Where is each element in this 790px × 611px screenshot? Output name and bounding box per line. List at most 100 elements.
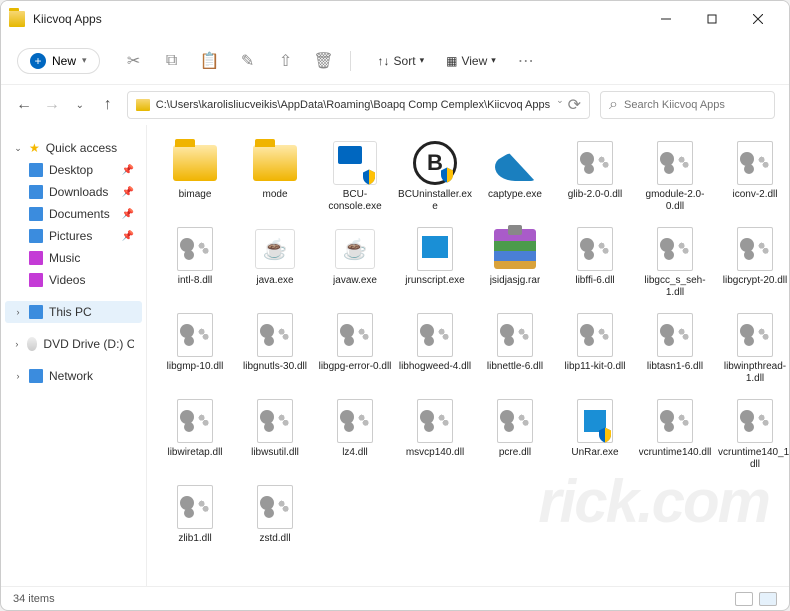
address-bar: ← → ⌄ ↑ C:\Users\karolisliucveikis\AppDa… [1, 85, 789, 125]
file-pane[interactable]: bimage mode BCU-console.exeBBCUninstaller.… [147, 125, 789, 586]
file-item[interactable]: BCU-console.exe [315, 135, 395, 217]
file-label: zstd.dll [259, 533, 290, 545]
chevron-down-icon: ▾ [82, 55, 87, 66]
pictures-icon [29, 229, 43, 243]
file-item[interactable]: libgcc_s_seh-1.dll [635, 221, 715, 303]
file-item[interactable]: zlib1.dll [155, 479, 235, 549]
file-item[interactable]: libhogweed-4.dll [395, 307, 475, 389]
sidebar-item-desktop[interactable]: Desktop 📌 [5, 159, 142, 181]
file-label: libgcrypt-20.dll [723, 275, 787, 287]
paste-button[interactable]: 📋 [194, 45, 226, 77]
pc-icon [29, 305, 43, 319]
file-item[interactable]: libtasn1-6.dll [635, 307, 715, 389]
cut-button[interactable]: ✂ [118, 45, 150, 77]
view-details-button[interactable] [735, 592, 753, 606]
status-count: 34 items [13, 593, 55, 605]
file-item[interactable]: BBCUninstaller.exe [395, 135, 475, 217]
file-item[interactable]: libwiretap.dll [155, 393, 235, 475]
file-item[interactable]: libnettle-6.dll [475, 307, 555, 389]
file-item[interactable]: msvcp140.dll [395, 393, 475, 475]
sidebar-label: Downloads [49, 185, 108, 199]
forward-button[interactable]: → [43, 95, 61, 115]
file-icon [651, 311, 699, 359]
up-button[interactable]: ↑ [99, 95, 117, 115]
file-item[interactable]: libgmp-10.dll [155, 307, 235, 389]
file-item[interactable]: vcruntime140_1.dll [715, 393, 789, 475]
file-icon [251, 139, 299, 187]
file-item[interactable]: zstd.dll [235, 479, 315, 549]
file-item[interactable]: UnRar.exe [555, 393, 635, 475]
sidebar-item-videos[interactable]: Videos [5, 269, 142, 291]
file-item[interactable]: bimage [155, 135, 235, 217]
sidebar-item-music[interactable]: Music [5, 247, 142, 269]
file-item[interactable]: lz4.dll [315, 393, 395, 475]
back-button[interactable]: ← [15, 95, 33, 115]
more-button[interactable]: ⋯ [510, 45, 542, 77]
file-icon [651, 139, 699, 187]
copy-button[interactable]: ⧉ [156, 45, 188, 77]
file-item[interactable]: vcruntime140.dll [635, 393, 715, 475]
sidebar-item-dvd[interactable]: › DVD Drive (D:) CCCC [5, 333, 142, 355]
file-label: mode [262, 189, 287, 201]
file-item[interactable]: mode [235, 135, 315, 217]
desktop-icon [29, 163, 43, 177]
file-label: libgpg-error-0.dll [319, 361, 392, 373]
view-label: View [461, 54, 487, 68]
file-item[interactable]: libgnutls-30.dll [235, 307, 315, 389]
file-icon [651, 397, 699, 445]
file-label: libp11-kit-0.dll [565, 361, 626, 373]
share-button[interactable]: ⇧ [270, 45, 302, 77]
chevron-down-icon: ⌄ [13, 143, 23, 154]
file-icon [171, 311, 219, 359]
toolbar: + New ▾ ✂ ⧉ 📋 ✎ ⇧ 🗑 ↑↓ Sort ▾ ▦ View ▾ ⋯ [1, 37, 789, 85]
sidebar-item-downloads[interactable]: Downloads 📌 [5, 181, 142, 203]
file-item[interactable]: pcre.dll [475, 393, 555, 475]
file-item[interactable]: libgpg-error-0.dll [315, 307, 395, 389]
file-item[interactable]: gmodule-2.0-0.dll [635, 135, 715, 217]
sidebar-item-pictures[interactable]: Pictures 📌 [5, 225, 142, 247]
sidebar-item-network[interactable]: › Network [5, 365, 142, 387]
address-field[interactable]: C:\Users\karolisliucveikis\AppData\Roami… [127, 91, 590, 119]
file-item[interactable]: jsidjasjg.rar [475, 221, 555, 303]
file-item[interactable]: jrunscript.exe [395, 221, 475, 303]
file-label: BCU-console.exe [317, 189, 393, 213]
file-item[interactable]: libwinpthread-1.dll [715, 307, 789, 389]
sidebar-label: Pictures [49, 229, 92, 243]
close-button[interactable] [735, 1, 781, 37]
new-button[interactable]: + New ▾ [17, 48, 100, 74]
sort-button[interactable]: ↑↓ Sort ▾ [370, 50, 433, 72]
search-input[interactable] [624, 99, 766, 111]
file-label: libgcc_s_seh-1.dll [637, 275, 713, 299]
file-item[interactable]: glib-2.0-0.dll [555, 135, 635, 217]
file-item[interactable]: iconv-2.dll [715, 135, 789, 217]
file-item[interactable]: libwsutil.dll [235, 393, 315, 475]
rename-button[interactable]: ✎ [232, 45, 264, 77]
file-item[interactable]: libp11-kit-0.dll [555, 307, 635, 389]
file-label: jrunscript.exe [405, 275, 464, 287]
file-item[interactable]: ☕javaw.exe [315, 221, 395, 303]
address-path: C:\Users\karolisliucveikis\AppData\Roami… [156, 99, 550, 111]
file-item[interactable]: libffi-6.dll [555, 221, 635, 303]
music-icon [29, 251, 43, 265]
file-item[interactable]: ☕java.exe [235, 221, 315, 303]
file-icon [651, 225, 699, 273]
maximize-button[interactable] [689, 1, 735, 37]
refresh-button[interactable]: ⟳ [568, 95, 581, 115]
minimize-button[interactable] [643, 1, 689, 37]
file-item[interactable]: captype.exe [475, 135, 555, 217]
file-item[interactable]: intl-8.dll [155, 221, 235, 303]
file-item[interactable]: libgcrypt-20.dll [715, 221, 789, 303]
chevron-down-icon[interactable]: ⌄ [556, 95, 564, 115]
window-title: Kiicvoq Apps [33, 12, 643, 26]
delete-button[interactable]: 🗑 [308, 45, 340, 77]
file-label: libffi-6.dll [575, 275, 614, 287]
sidebar-item-documents[interactable]: Documents 📌 [5, 203, 142, 225]
sidebar-item-quick-access[interactable]: ⌄ ★ Quick access [5, 137, 142, 159]
sidebar-label: Music [49, 251, 80, 265]
sidebar-item-this-pc[interactable]: › This PC [5, 301, 142, 323]
view-button[interactable]: ▦ View ▾ [438, 50, 504, 72]
view-icons-button[interactable] [759, 592, 777, 606]
chevron-down-icon[interactable]: ⌄ [71, 95, 89, 115]
status-bar: 34 items [1, 586, 789, 610]
search-field[interactable]: ⌕ [600, 91, 775, 119]
